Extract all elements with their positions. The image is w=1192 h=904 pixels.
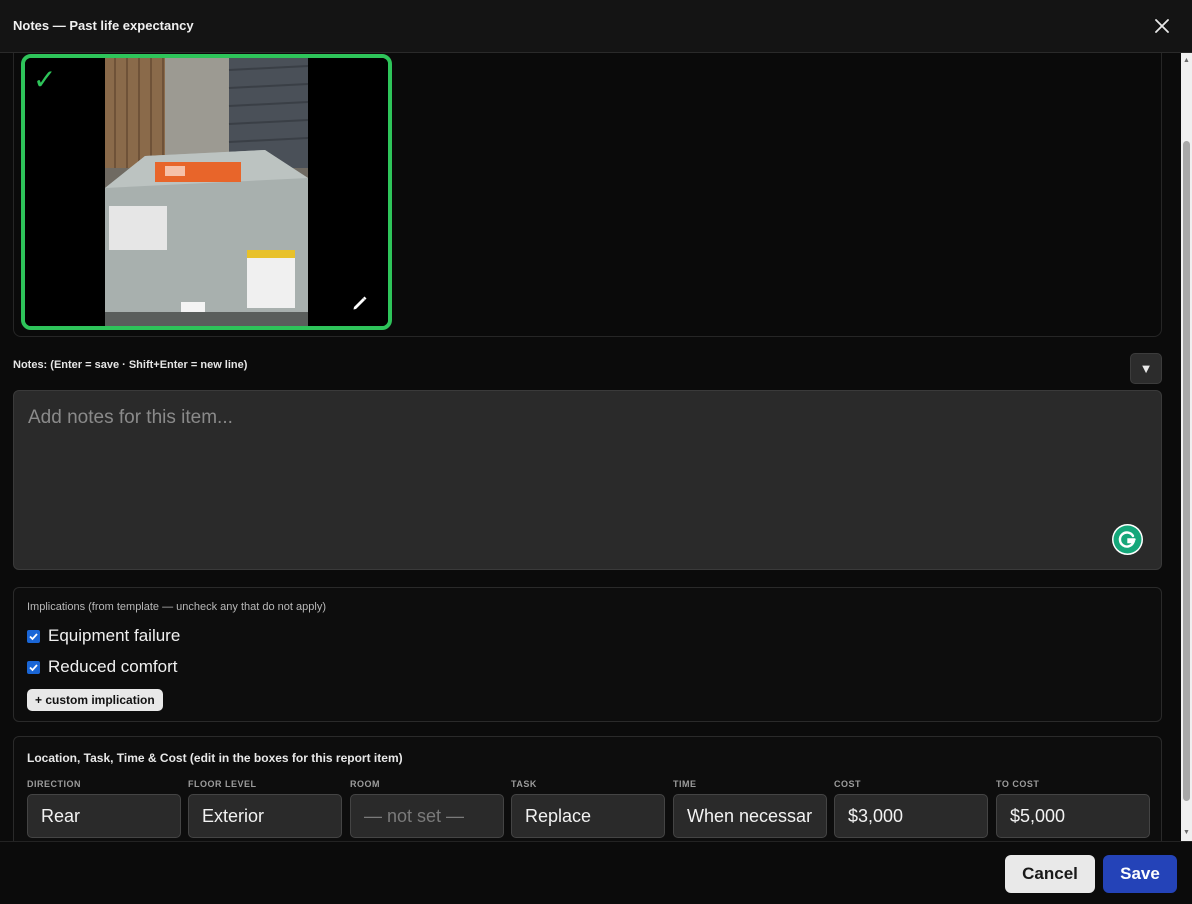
location-panel: Location, Task, Time & Cost (edit in the…	[13, 736, 1162, 856]
scrollbar-thumb[interactable]	[1183, 141, 1190, 801]
floor-level-input[interactable]: Exterior	[188, 794, 342, 838]
implications-panel: Implications (from template — uncheck an…	[13, 587, 1162, 722]
save-button[interactable]: Save	[1103, 855, 1177, 893]
room-field: ROOM — not set —	[350, 779, 504, 838]
room-input[interactable]: — not set —	[350, 794, 504, 838]
scroll-up-icon[interactable]: ▲	[1183, 57, 1190, 65]
implication-label: Equipment failure	[48, 626, 181, 645]
cost-input[interactable]: $3,000	[834, 794, 988, 838]
cost-field: COST $3,000	[834, 779, 988, 838]
task-field: TASK Replace	[511, 779, 665, 838]
implication-item[interactable]: Reduced comfort	[27, 657, 177, 677]
scrollbar[interactable]: ▲ ▼	[1181, 53, 1192, 841]
notes-dropdown-toggle[interactable]: ▼	[1130, 353, 1162, 384]
cancel-button[interactable]: Cancel	[1005, 855, 1095, 893]
add-custom-implication-button[interactable]: + custom implication	[27, 689, 163, 711]
checkbox-checked-icon[interactable]	[27, 629, 40, 643]
time-field: TIME When necessar	[673, 779, 827, 838]
direction-input[interactable]: Rear	[27, 794, 181, 838]
dialog-title: Notes — Past life expectancy	[13, 18, 194, 33]
implications-heading: Implications (from template — uncheck an…	[27, 601, 326, 613]
notes-label: Notes: (Enter = save · Shift+Enter = new…	[13, 359, 248, 371]
grammarly-icon[interactable]	[1112, 524, 1143, 555]
task-input[interactable]: Replace	[511, 794, 665, 838]
dialog-header: Notes — Past life expectancy	[0, 0, 1192, 53]
field-label: TASK	[511, 779, 537, 789]
implication-label: Reduced comfort	[48, 657, 178, 676]
floor-level-field: FLOOR LEVEL Exterior	[188, 779, 342, 838]
photo-thumbnail[interactable]: ✓	[21, 54, 392, 330]
field-label: FLOOR LEVEL	[188, 779, 257, 789]
pencil-icon[interactable]	[351, 294, 369, 312]
location-heading: Location, Task, Time & Cost (edit in the…	[27, 751, 403, 765]
chevron-down-icon: ▼	[1139, 361, 1153, 376]
field-label: COST	[834, 779, 862, 789]
field-label: ROOM	[350, 779, 380, 789]
field-label: TIME	[673, 779, 697, 789]
direction-field: DIRECTION Rear	[27, 779, 181, 838]
checkbox-checked-icon[interactable]	[27, 660, 40, 674]
field-label: TO COST	[996, 779, 1040, 789]
implication-item[interactable]: Equipment failure	[27, 626, 180, 646]
notes-textarea[interactable]	[13, 390, 1162, 570]
hvac-photo-image	[25, 58, 388, 326]
to-cost-field: TO COST $5,000	[996, 779, 1150, 838]
dialog-footer: Cancel Save	[0, 841, 1192, 904]
scroll-down-icon[interactable]: ▼	[1183, 829, 1190, 837]
field-label: DIRECTION	[27, 779, 81, 789]
close-icon[interactable]	[1150, 14, 1174, 38]
time-input[interactable]: When necessar	[673, 794, 827, 838]
check-icon: ✓	[33, 64, 57, 95]
to-cost-input[interactable]: $5,000	[996, 794, 1150, 838]
